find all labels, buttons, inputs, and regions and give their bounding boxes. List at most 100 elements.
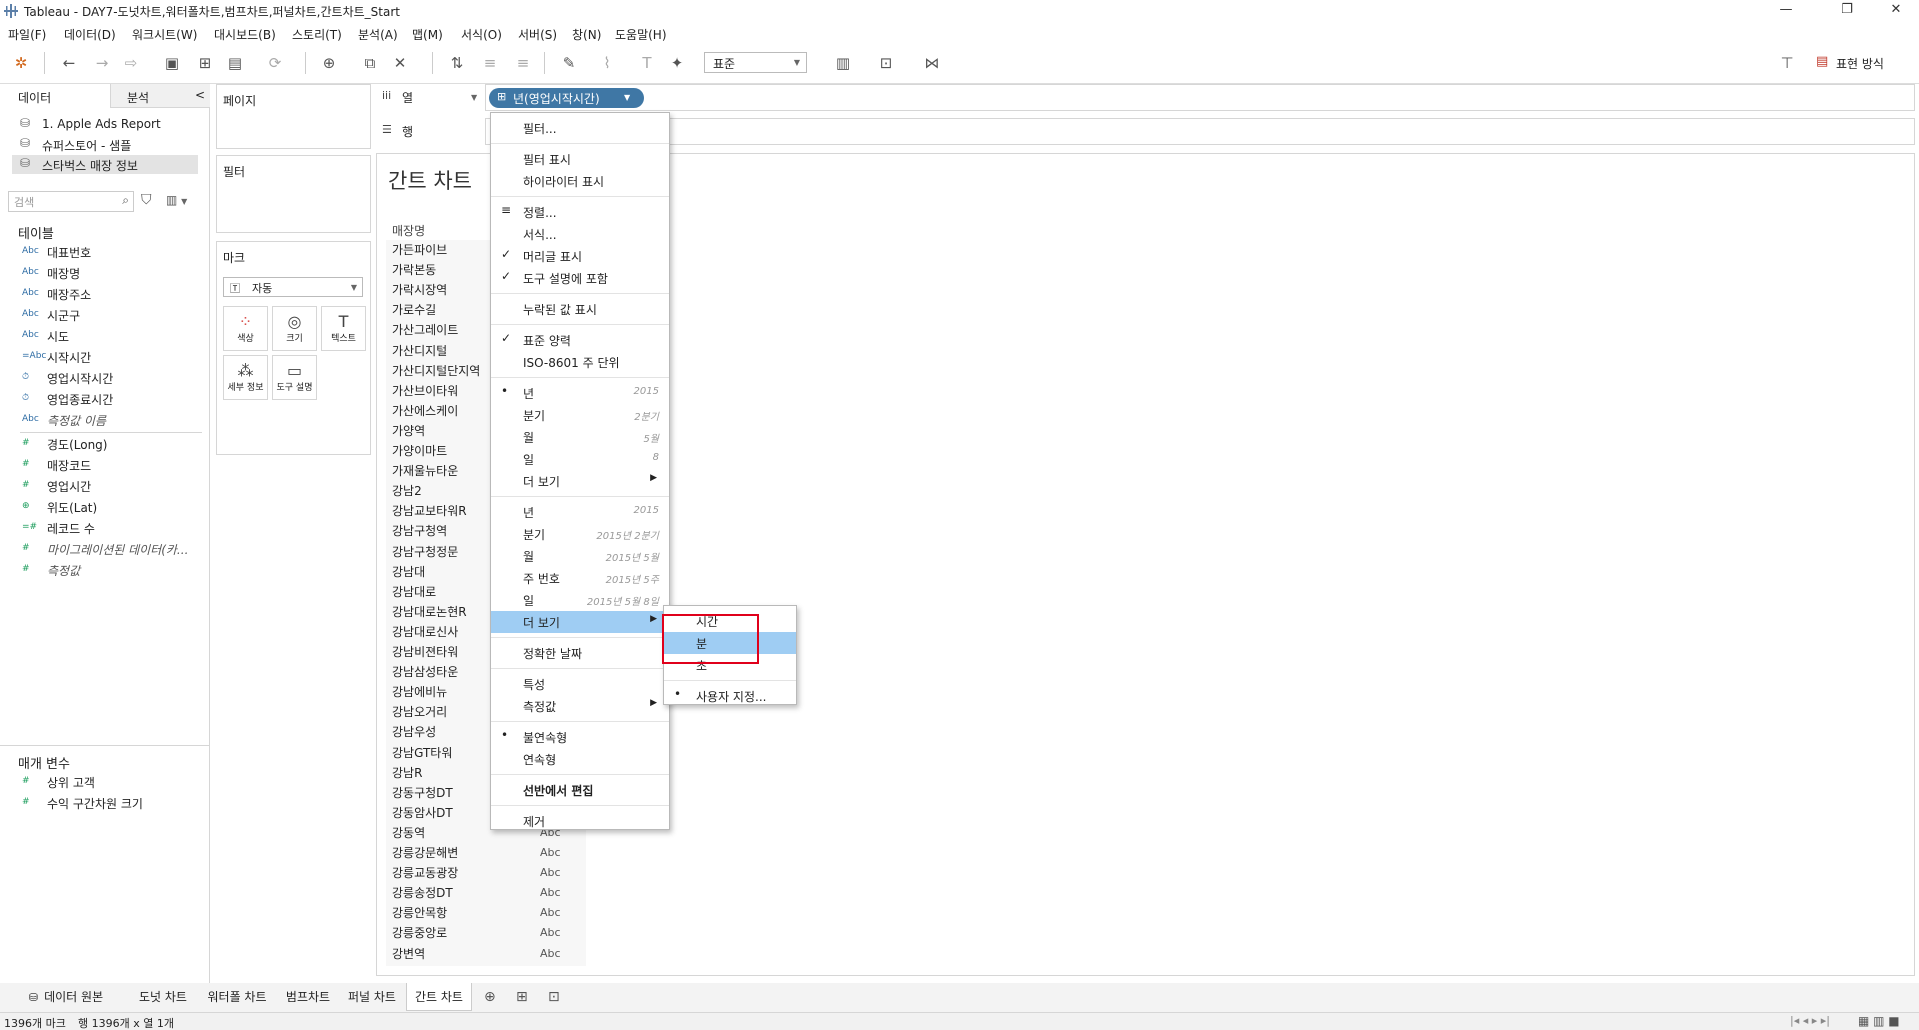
- row-label[interactable]: 강릉송정DT: [392, 883, 453, 903]
- field-item[interactable]: Abc 매장주소: [22, 285, 202, 305]
- refresh-icon[interactable]: ⟳: [266, 54, 284, 72]
- datasource-item[interactable]: ⛁ 스타벅스 매장 정보: [12, 155, 198, 174]
- row-label[interactable]: 가락시장역: [392, 280, 447, 300]
- field-item[interactable]: # 수익 구간차원 크기: [22, 794, 202, 814]
- row-label[interactable]: 강남에비뉴: [392, 682, 447, 702]
- mark-type-select[interactable]: 🅃 자동 ▼: [223, 277, 363, 297]
- show-me-button[interactable]: 표현 방식: [1836, 55, 1884, 72]
- context-menu-item[interactable]: 측정값 ▶: [491, 695, 669, 717]
- row-label[interactable]: 강남대로논현R: [392, 602, 467, 622]
- context-menu-item[interactable]: 서식...: [491, 223, 669, 245]
- context-menu-item[interactable]: 월 5월: [491, 426, 669, 448]
- field-item[interactable]: Abc 시군구: [22, 306, 202, 326]
- context-menu-item[interactable]: 더 보기 ▶: [491, 611, 669, 633]
- sheet-tab[interactable]: 워터폴 차트: [198, 983, 276, 1011]
- row-label[interactable]: 강남GT타워: [392, 743, 452, 763]
- sort-asc-icon[interactable]: ≡: [481, 54, 499, 72]
- mark-tooltip-button[interactable]: ▭ 도구 설명: [272, 355, 317, 400]
- row-label[interactable]: 강릉안목항: [392, 903, 447, 923]
- analysis-tab[interactable]: 분석 <: [110, 84, 210, 108]
- row-label[interactable]: 강남대로: [392, 582, 436, 602]
- row-label[interactable]: 가산디지털: [392, 341, 447, 361]
- row-label[interactable]: 강남교보타워R: [392, 501, 467, 521]
- menu-item-2[interactable]: 워크시트(W): [132, 26, 197, 43]
- row-label[interactable]: 강남R: [392, 763, 422, 783]
- context-menu-item[interactable]: ✓ 머리글 표시: [491, 245, 669, 267]
- field-item[interactable]: ⏱ 영업시작시간: [22, 369, 202, 389]
- field-item[interactable]: # 매장코드: [22, 456, 202, 476]
- collapse-pane-icon[interactable]: <: [195, 88, 205, 102]
- context-menu-item[interactable]: 주 번호 2015년 5주: [491, 567, 669, 589]
- field-item[interactable]: ⊕ 위도(Lat): [22, 498, 202, 518]
- year-pill[interactable]: ⊞ 년(영업시작시간) ▼: [489, 88, 644, 108]
- row-label[interactable]: 강남구청역: [392, 521, 447, 541]
- field-item[interactable]: # 영업시간: [22, 477, 202, 497]
- context-menu-item[interactable]: 선반에서 편집: [491, 779, 669, 801]
- show-labels-icon[interactable]: ▥: [834, 54, 852, 72]
- filters-shelf[interactable]: 필터: [216, 155, 371, 233]
- swap-icon[interactable]: ⇅: [448, 54, 466, 72]
- context-menu-item[interactable]: ✓ 표준 양력: [491, 329, 669, 351]
- menu-item-4[interactable]: 스토리(T): [292, 26, 342, 43]
- grid-view-icon[interactable]: ▦ ▥ ■: [1858, 1014, 1900, 1028]
- menu-item-10[interactable]: 도움말(H): [615, 26, 667, 43]
- menu-item-8[interactable]: 서버(S): [518, 26, 557, 43]
- presentation-icon[interactable]: ⊡: [877, 54, 895, 72]
- mark-size-button[interactable]: ◎ 크기: [272, 306, 317, 351]
- pause-updates-icon[interactable]: ▤: [226, 54, 244, 72]
- row-label[interactable]: 강릉교동광장: [392, 863, 458, 883]
- field-item[interactable]: # 상위 고객: [22, 773, 202, 793]
- row-label[interactable]: 강릉강문해변: [392, 843, 458, 863]
- context-menu-item[interactable]: ✓ 도구 설명에 포함: [491, 267, 669, 289]
- menu-item-1[interactable]: 데이터(D): [64, 26, 116, 43]
- row-label[interactable]: 강남대: [392, 562, 425, 582]
- mark-text-button[interactable]: T 텍스트: [321, 306, 366, 351]
- row-label[interactable]: 가로수길: [392, 300, 436, 320]
- row-label[interactable]: 강남대로신사: [392, 622, 458, 642]
- redo-icon[interactable]: →: [93, 54, 111, 72]
- field-item[interactable]: # 측정값: [22, 561, 202, 581]
- context-menu-item[interactable]: 하이라이터 표시: [491, 170, 669, 192]
- highlight-icon[interactable]: ✎: [560, 54, 578, 72]
- menu-item-3[interactable]: 대시보드(B): [214, 26, 276, 43]
- mark-detail-button[interactable]: ⁂ 세부 정보: [223, 355, 268, 400]
- new-dashboard-tab-icon[interactable]: ⊞: [516, 989, 528, 1005]
- row-label[interactable]: 가산에스케이: [392, 401, 458, 421]
- menu-item-0[interactable]: 파일(F): [8, 26, 46, 43]
- save-icon[interactable]: ▣: [163, 54, 181, 72]
- field-item[interactable]: Abc 시도: [22, 327, 202, 347]
- sheet-tab[interactable]: 범프차트: [278, 983, 338, 1011]
- data-tab[interactable]: 데이터: [0, 84, 110, 108]
- tableau-start-icon[interactable]: ✲: [12, 54, 30, 72]
- new-worksheet-icon[interactable]: ⊕: [320, 54, 338, 72]
- context-menu-item[interactable]: • 불연속형: [491, 726, 669, 748]
- row-label[interactable]: 강남구청정문: [392, 542, 458, 562]
- context-menu-item[interactable]: 분기 2분기: [491, 404, 669, 426]
- context-menu-item[interactable]: 제거: [491, 810, 669, 832]
- datasource-item[interactable]: ⛁ 슈퍼스토어 - 샘플: [12, 135, 198, 154]
- field-item[interactable]: Abc 측정값 이름: [22, 411, 202, 431]
- menu-item-9[interactable]: 창(N): [572, 26, 601, 43]
- context-menu-item[interactable]: ISO-8601 주 단위: [491, 351, 669, 373]
- row-label[interactable]: 강변역: [392, 944, 425, 964]
- context-menu-item[interactable]: 월 2015년 5월: [491, 545, 669, 567]
- context-menu-item[interactable]: 년 2015: [491, 501, 669, 523]
- context-menu-item[interactable]: ≡ 정렬...: [491, 201, 669, 223]
- search-input[interactable]: 검색 ⌕: [8, 191, 134, 212]
- group-icon[interactable]: ⌇: [598, 54, 616, 72]
- row-label[interactable]: 가양역: [392, 421, 425, 441]
- row-label[interactable]: 강남오거리: [392, 702, 447, 722]
- field-item[interactable]: =# 레코드 수: [22, 519, 202, 539]
- row-label[interactable]: 강동암사DT: [392, 803, 453, 823]
- minimize-button[interactable]: —: [1763, 0, 1809, 22]
- row-label[interactable]: 가산그레이트: [392, 320, 458, 340]
- replay-icon[interactable]: ⇨: [122, 54, 140, 72]
- menu-item-5[interactable]: 분석(A): [358, 26, 398, 43]
- share-icon[interactable]: ⋈: [923, 54, 941, 72]
- close-button[interactable]: ✕: [1873, 0, 1919, 22]
- maximize-button[interactable]: ❐: [1824, 0, 1870, 22]
- context-menu-item[interactable]: 일 2015년 5월 8일: [491, 589, 669, 611]
- row-label[interactable]: 강남삼성타운: [392, 662, 458, 682]
- context-menu-item[interactable]: 정확한 날짜: [491, 642, 669, 664]
- context-menu-item[interactable]: • 년 2015: [491, 382, 669, 404]
